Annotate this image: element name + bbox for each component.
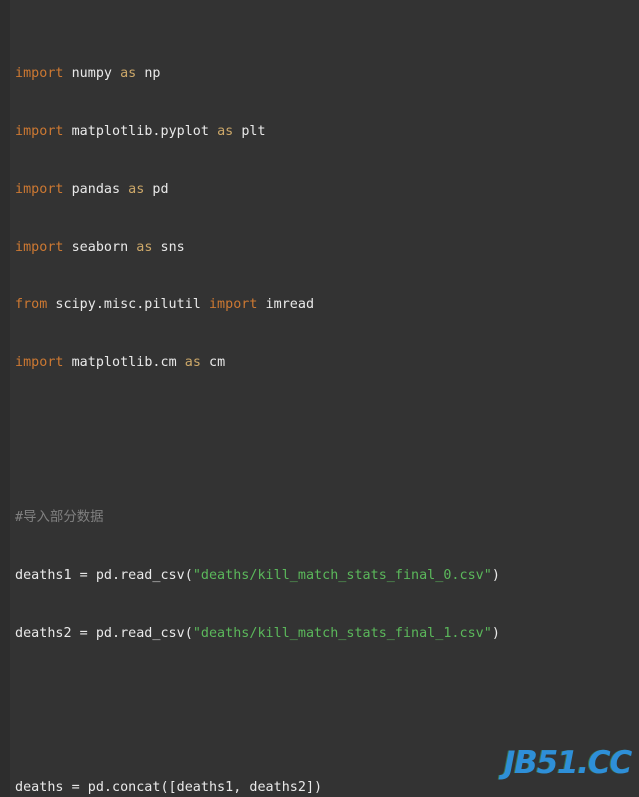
code-line: import matplotlib.pyplot as plt — [15, 123, 266, 139]
code-line-comment: #导入部分数据 — [0, 508, 639, 527]
comment-import-data: #导入部分数据 — [15, 509, 104, 525]
code-line: deaths = pd.concat([deaths1, deaths2]) — [15, 779, 323, 795]
code-editor[interactable]: import numpy as np import matplotlib.pyp… — [0, 0, 639, 797]
code-line: import seaborn as sns — [15, 239, 185, 255]
code-line: deaths1 = pd.read_csv("deaths/kill_match… — [15, 567, 500, 583]
code-line: deaths2 = pd.read_csv("deaths/kill_match… — [15, 625, 500, 641]
code-line: import numpy as np — [15, 65, 161, 81]
code-line: import pandas as pd — [15, 181, 169, 197]
code-line: from scipy.misc.pilutil import imread — [15, 297, 315, 313]
code-content[interactable]: import numpy as np import matplotlib.pyp… — [0, 0, 639, 797]
editor-gutter — [0, 0, 10, 797]
code-line: import matplotlib.cm as cm — [15, 355, 226, 371]
